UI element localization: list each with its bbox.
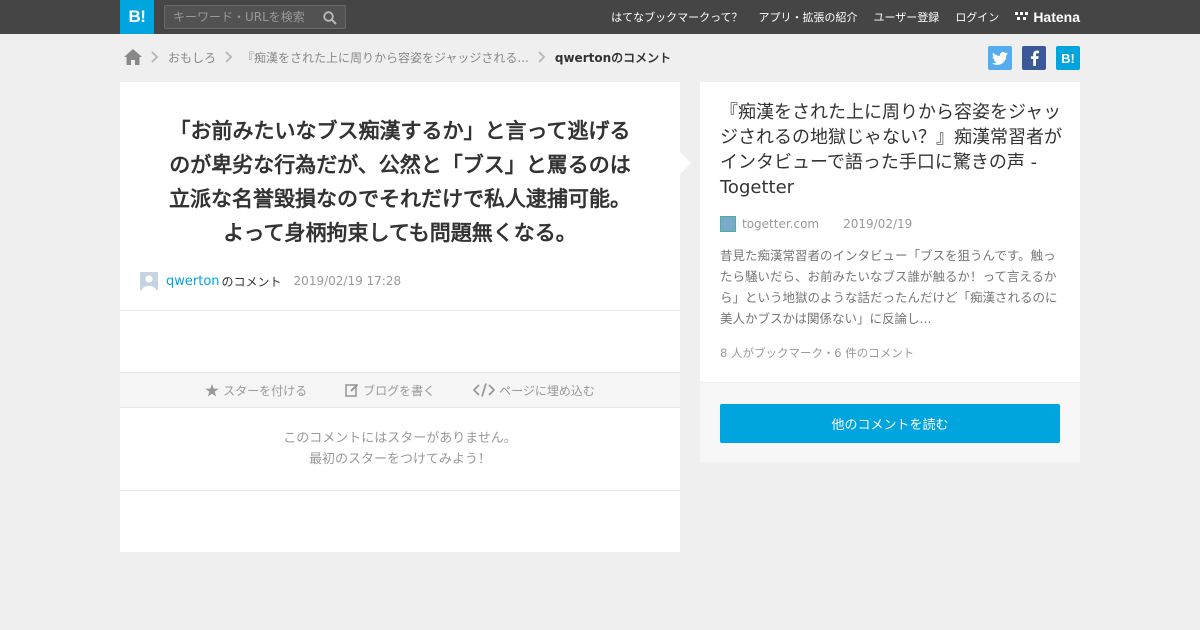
entry-summary: 昔見た痴漢常習者のインタビュー「ブスを狙うんです。触ったら騒いだら、お前みたいな… bbox=[720, 248, 1058, 326]
comment-line: のが卑劣な行為だが、公然と「ブス」と罵るのは bbox=[169, 153, 631, 177]
breadcrumb-category[interactable]: おもしろ bbox=[168, 49, 216, 66]
hatena-brand-icon bbox=[1015, 12, 1029, 20]
divider bbox=[120, 310, 680, 311]
site-favicon-icon bbox=[720, 216, 736, 232]
read-other-comments-button[interactable]: 他のコメントを読む bbox=[720, 404, 1060, 443]
embed-label: ページに埋め込む bbox=[499, 383, 595, 398]
comment-line: 立派な名誉毀損なのでそれだけで私人逮捕可能。 bbox=[169, 187, 631, 211]
search-box bbox=[164, 5, 346, 29]
write-blog-label: ブログを書く bbox=[363, 383, 436, 398]
nav-apps[interactable]: アプリ・拡張の紹介 bbox=[759, 9, 858, 25]
avatar[interactable] bbox=[140, 272, 158, 290]
search-icon[interactable] bbox=[323, 10, 337, 25]
twitter-icon bbox=[992, 51, 1008, 65]
entry-date: 2019/02/19 bbox=[843, 217, 913, 231]
no-stars-message: このコメントにはスターがありません。 最初のスターをつけてみよう！ bbox=[120, 428, 680, 470]
entry-card: 『痴漢をされた上に周りから容姿をジャッジされるの地獄じゃない？』痴漢常習者がイン… bbox=[700, 82, 1080, 382]
breadcrumb-entry[interactable]: 『痴漢をされた上に周りから容姿をジャッジされる... bbox=[242, 49, 529, 66]
edit-icon bbox=[345, 383, 359, 397]
code-icon bbox=[473, 383, 496, 397]
hatena-bookmark-logo[interactable]: B! bbox=[120, 0, 154, 34]
hatena-brand[interactable]: Hatena bbox=[1015, 9, 1080, 25]
star-icon bbox=[205, 383, 219, 396]
search-input[interactable] bbox=[165, 6, 315, 28]
nav-login[interactable]: ログイン bbox=[955, 9, 999, 25]
write-blog-button[interactable]: ブログを書く bbox=[345, 382, 435, 399]
entry-source: togetter.com 2019/02/19 bbox=[720, 216, 912, 232]
hatena-bookmark-share-button[interactable]: B! bbox=[1056, 46, 1080, 70]
breadcrumb: おもしろ 『痴漢をされた上に周りから容姿をジャッジされる... qwertonの… bbox=[124, 46, 671, 68]
entry-domain[interactable]: togetter.com bbox=[742, 217, 819, 231]
chevron-right-icon bbox=[535, 51, 549, 63]
chevron-right-icon bbox=[148, 51, 162, 63]
embed-button[interactable]: ページに埋め込む bbox=[473, 382, 595, 399]
twitter-share-button[interactable] bbox=[988, 46, 1012, 70]
comment-card: 「お前みたいなブス痴漢するか」と言って逃げる のが卑劣な行為だが、公然と「ブス」… bbox=[120, 82, 680, 552]
breadcrumb-current: qwertonのコメント bbox=[554, 50, 672, 65]
comment-user-suffix: のコメント bbox=[221, 274, 282, 289]
divider bbox=[120, 490, 680, 491]
comment-line: よって身柄拘束しても問題無くなる。 bbox=[223, 221, 577, 245]
comment-text: 「お前みたいなブス痴漢するか」と言って逃げる のが卑劣な行為だが、公然と「ブス」… bbox=[140, 114, 660, 250]
card-pointer bbox=[680, 152, 691, 174]
top-nav: はてなブックマークって？ アプリ・拡張の紹介 ユーザー登録 ログイン Haten… bbox=[611, 0, 1080, 34]
facebook-share-button[interactable] bbox=[1022, 46, 1046, 70]
comment-meta: qwerton のコメント 2019/02/19 17:28 bbox=[140, 272, 401, 290]
comment-date: 2019/02/19 17:28 bbox=[293, 274, 402, 288]
add-star-button[interactable]: スターを付ける bbox=[205, 382, 307, 399]
comment-actions: スターを付ける ブログを書く ページに埋め込む bbox=[120, 372, 680, 408]
hatena-brand-label: Hatena bbox=[1033, 9, 1080, 25]
share-buttons: B! bbox=[988, 46, 1080, 70]
read-comments-panel: 他のコメントを読む bbox=[700, 382, 1080, 462]
no-stars-line: このコメントにはスターがありません。 bbox=[283, 431, 517, 446]
no-stars-line: 最初のスターをつけてみよう！ bbox=[308, 452, 491, 467]
nav-register[interactable]: ユーザー登録 bbox=[874, 9, 940, 25]
entry-title[interactable]: 『痴漢をされた上に周りから容姿をジャッジされるの地獄じゃない？』痴漢常習者がイン… bbox=[720, 100, 1065, 200]
facebook-icon bbox=[1030, 50, 1039, 66]
top-bar: B! はてなブックマークって？ アプリ・拡張の紹介 ユーザー登録 ログイン Ha… bbox=[0, 0, 1200, 34]
add-star-label: スターを付ける bbox=[223, 383, 308, 398]
nav-about[interactable]: はてなブックマークって？ bbox=[611, 9, 742, 25]
comment-line: 「お前みたいなブス痴漢するか」と言って逃げる bbox=[169, 119, 631, 143]
comment-user-link[interactable]: qwerton bbox=[166, 274, 220, 289]
home-icon[interactable] bbox=[124, 48, 142, 66]
chevron-right-icon bbox=[222, 51, 236, 63]
entry-bookmark-stats[interactable]: 8 人がブックマーク・6 件のコメント bbox=[720, 345, 914, 361]
